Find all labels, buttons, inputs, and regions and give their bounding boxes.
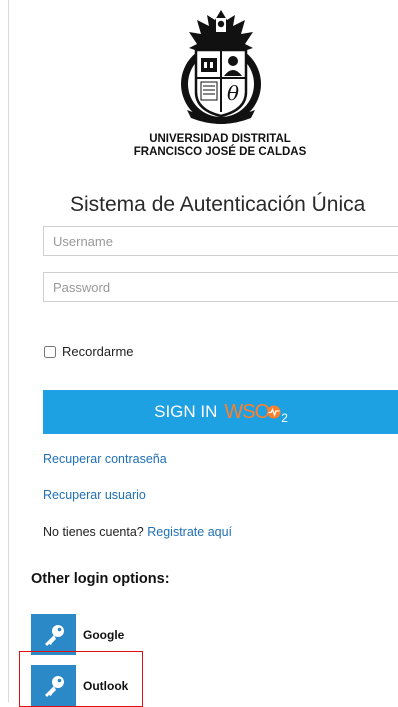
university-name-line1: UNIVERSIDAD DISTRITAL xyxy=(149,133,291,145)
register-link[interactable]: Registrate aquí xyxy=(147,525,232,539)
username-input[interactable] xyxy=(43,226,398,256)
remember-me[interactable]: Recordarme xyxy=(44,344,134,359)
outlook-login-label: Outlook xyxy=(83,678,129,693)
outlook-login-button[interactable]: Outlook xyxy=(31,665,128,706)
page-title: Sistema de Autenticación Única xyxy=(70,193,366,216)
outlook-provider-tile xyxy=(31,665,76,706)
university-crest-logo: θ xyxy=(181,10,261,124)
sign-in-button[interactable]: SIGN IN WSO 2 xyxy=(43,390,398,434)
wso2-pulse-icon xyxy=(267,405,281,419)
wso2-brand-text: WSO xyxy=(224,400,270,423)
university-name: UNIVERSIDAD DISTRITAL FRANCISCO JOSÉ DE … xyxy=(120,133,320,159)
recover-user-link[interactable]: Recuperar usuario xyxy=(43,488,146,502)
no-account-text: No tienes cuenta? xyxy=(43,525,144,539)
google-login-button[interactable]: Google xyxy=(31,614,124,655)
svg-text:θ: θ xyxy=(227,81,239,105)
recover-password-link[interactable]: Recuperar contraseña xyxy=(43,452,167,466)
sign-in-label: SIGN IN xyxy=(154,402,218,421)
wso2-brand-subscript: 2 xyxy=(281,411,288,425)
key-icon xyxy=(44,675,64,697)
remember-me-label: Recordarme xyxy=(62,344,134,359)
password-input[interactable] xyxy=(43,272,398,302)
university-name-line2: FRANCISCO JOSÉ DE CALDAS xyxy=(133,146,307,158)
no-account-row: No tienes cuenta? Registrate aquí xyxy=(43,525,232,539)
other-login-heading: Other login options: xyxy=(31,571,170,587)
remember-me-checkbox[interactable] xyxy=(44,345,56,358)
google-provider-tile xyxy=(31,614,76,655)
key-icon xyxy=(44,624,64,646)
page-left-border xyxy=(8,0,9,702)
google-login-label: Google xyxy=(83,627,125,642)
wso2-logo: WSO xyxy=(224,400,270,424)
